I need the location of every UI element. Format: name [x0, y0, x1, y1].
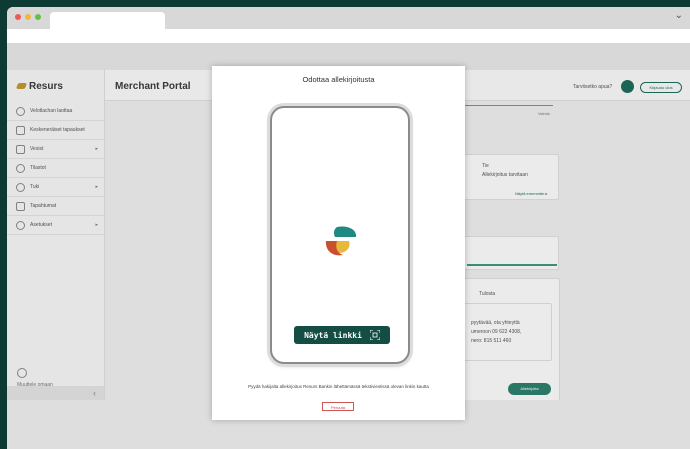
resurs-brand-icon — [325, 226, 357, 256]
browser-tab[interactable] — [50, 12, 165, 29]
show-link-button[interactable]: Näytä linkki — [294, 326, 390, 344]
modal-title: Odottaa allekirjoitusta — [302, 75, 375, 84]
cancel-button[interactable]: Peruuta — [322, 402, 354, 411]
instruction-text: Pyydä hakijalta allekirjoitus Resurs Ban… — [248, 384, 429, 389]
close-window-icon[interactable] — [15, 14, 21, 20]
qr-code-icon — [369, 330, 380, 340]
show-link-label: Näytä linkki — [304, 330, 362, 340]
signature-modal: Odottaa allekirjoitusta Näytä linkki Pyy… — [212, 66, 465, 420]
chevron-down-icon[interactable]: ⌄ — [675, 10, 683, 21]
maximize-window-icon[interactable] — [35, 14, 41, 20]
phone-illustration: Näytä linkki — [270, 106, 410, 364]
minimize-window-icon[interactable] — [25, 14, 31, 20]
browser-chrome: ⌄ — [7, 7, 690, 29]
address-bar[interactable] — [7, 29, 690, 43]
